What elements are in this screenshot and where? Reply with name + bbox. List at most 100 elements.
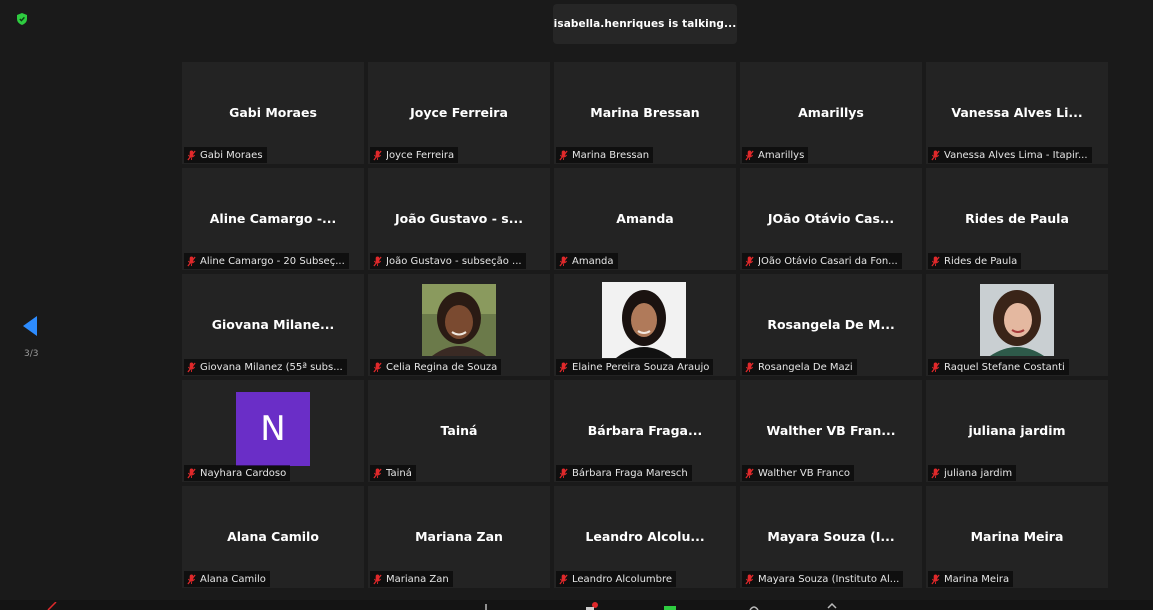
participant-label: Mayara Souza (Instituto Al... — [758, 573, 900, 585]
mic-muted-icon — [559, 150, 568, 161]
participant-tile[interactable]: Marina Meira Marina Meira — [926, 486, 1108, 588]
participant-tile[interactable]: Amanda Amanda — [554, 168, 736, 270]
participant-nameplate: Gabi Moraes — [184, 147, 267, 163]
participant-name: Gabi Moraes — [229, 105, 317, 120]
mic-muted-icon — [745, 574, 754, 585]
participants-icon[interactable] — [586, 602, 598, 610]
participant-tile[interactable]: Amarillys Amarillys — [740, 62, 922, 164]
participant-nameplate: Rides de Paula — [928, 253, 1022, 269]
previous-page-arrow-icon[interactable] — [22, 315, 38, 337]
participant-nameplate: Rosangela De Mazi — [742, 359, 857, 375]
participant-name: Bárbara Fraga... — [587, 423, 703, 438]
participant-tile[interactable]: Marina Bressan Marina Bressan — [554, 62, 736, 164]
participant-tile[interactable]: N Nayhara Cardoso — [182, 380, 364, 482]
mic-muted-icon — [373, 150, 382, 161]
participant-tile[interactable]: Alana Camilo Alana Camilo — [182, 486, 364, 588]
participant-photo — [980, 284, 1054, 356]
participant-nameplate: Tainá — [370, 465, 416, 481]
participant-nameplate: Aline Camargo - 20 Subseç... — [184, 253, 349, 269]
mic-muted-icon — [559, 362, 568, 373]
record-icon[interactable] — [826, 602, 838, 610]
participant-label: Aline Camargo - 20 Subseç... — [200, 255, 345, 267]
participant-nameplate: Amarillys — [742, 147, 809, 163]
participant-nameplate: Nayhara Cardoso — [184, 465, 291, 481]
participant-tile[interactable]: Tainá Tainá — [368, 380, 550, 482]
participant-nameplate: Mariana Zan — [370, 571, 453, 587]
participant-tile[interactable]: João Gustavo - s... João Gustavo - subse… — [368, 168, 550, 270]
right-panel — [1110, 60, 1153, 600]
mic-muted-icon — [931, 574, 940, 585]
participant-nameplate: Marina Meira — [928, 571, 1014, 587]
participant-nameplate: Alana Camilo — [184, 571, 270, 587]
participant-label: Rosangela De Mazi — [758, 361, 853, 373]
participant-label: Gabi Moraes — [200, 149, 263, 161]
participant-tile[interactable]: JOão Otávio Cas... JOão Otávio Casari da… — [740, 168, 922, 270]
participant-nameplate: JOão Otávio Casari da Fon... — [742, 253, 902, 269]
participant-tile[interactable]: Celia Regina de Souza — [368, 274, 550, 376]
participant-nameplate: João Gustavo - subseção ... — [370, 253, 526, 269]
participant-label: Vanessa Alves Lima - Itapir... — [944, 149, 1088, 161]
mic-muted-icon — [559, 468, 568, 479]
participant-label: Amanda — [572, 255, 614, 267]
participant-nameplate: Leandro Alcolumbre — [556, 571, 677, 587]
participant-tile[interactable]: Gabi Moraes Gabi Moraes — [182, 62, 364, 164]
participant-label: Joyce Ferreira — [386, 149, 455, 161]
mic-muted-icon — [559, 574, 568, 585]
mic-muted-icon — [745, 256, 754, 267]
gallery-grid: Gabi Moraes Gabi Moraes Joyce Ferreira J… — [182, 62, 1108, 592]
participant-tile[interactable]: Bárbara Fraga... Bárbara Fraga Maresch — [554, 380, 736, 482]
participant-label: João Gustavo - subseção ... — [386, 255, 522, 267]
participant-name: Alana Camilo — [227, 529, 319, 544]
participant-nameplate: juliana jardim — [928, 465, 1017, 481]
share-screen-icon[interactable] — [748, 602, 760, 610]
participant-name: JOão Otávio Cas... — [767, 211, 895, 226]
mic-muted-icon — [745, 362, 754, 373]
participant-tile[interactable]: Mariana Zan Mariana Zan — [368, 486, 550, 588]
participant-tile[interactable]: Aline Camargo -... Aline Camargo - 20 Su… — [182, 168, 364, 270]
participant-photo — [422, 284, 496, 356]
participant-name: Joyce Ferreira — [410, 105, 508, 120]
participant-label: Raquel Stefane Costanti — [944, 361, 1065, 373]
participant-photo — [602, 282, 686, 358]
participant-label: Elaine Pereira Souza Araujo — [572, 361, 710, 373]
mic-muted-icon — [187, 150, 196, 161]
participant-nameplate: Walther VB Franco — [742, 465, 854, 481]
shield-icon[interactable] — [15, 12, 29, 26]
mic-muted-icon — [373, 256, 382, 267]
participant-name: Rosangela De M... — [767, 317, 895, 332]
mic-muted-icon — [931, 150, 940, 161]
participant-label: Nayhara Cardoso — [200, 467, 287, 479]
participant-name: Giovana Milane... — [211, 317, 335, 332]
participant-nameplate: Mayara Souza (Instituto Al... — [742, 571, 904, 587]
security-icon[interactable] — [480, 602, 492, 610]
participant-label: Marina Bressan — [572, 149, 650, 161]
mic-muted-icon — [931, 362, 940, 373]
participant-nameplate: Bárbara Fraga Maresch — [556, 465, 692, 481]
participant-tile[interactable]: Walther VB Fran... Walther VB Franco — [740, 380, 922, 482]
mic-muted-icon — [187, 256, 196, 267]
participant-nameplate: Elaine Pereira Souza Araujo — [556, 359, 714, 375]
participant-tile[interactable]: Joyce Ferreira Joyce Ferreira — [368, 62, 550, 164]
participant-name: Mariana Zan — [415, 529, 503, 544]
participant-nameplate: Amanda — [556, 253, 618, 269]
participant-tile[interactable]: Vanessa Alves Li... Vanessa Alves Lima -… — [926, 62, 1108, 164]
mute-icon[interactable] — [46, 602, 58, 610]
participant-name: Mayara Souza (I... — [767, 529, 895, 544]
participant-tile[interactable]: Rides de Paula Rides de Paula — [926, 168, 1108, 270]
participant-name: Walther VB Fran... — [766, 423, 896, 438]
mic-muted-icon — [559, 256, 568, 267]
participant-tile[interactable]: Raquel Stefane Costanti — [926, 274, 1108, 376]
participant-tile[interactable]: Giovana Milane... Giovana Milanez (55ª s… — [182, 274, 364, 376]
participant-name: Tainá — [440, 423, 478, 438]
chat-icon[interactable] — [664, 602, 676, 610]
participant-nameplate: Giovana Milanez (55ª subs... — [184, 359, 347, 375]
participant-tile[interactable]: Leandro Alcolu... Leandro Alcolumbre — [554, 486, 736, 588]
participant-tile[interactable]: Rosangela De M... Rosangela De Mazi — [740, 274, 922, 376]
top-bar: isabella.henriques is talking... — [0, 0, 1153, 60]
participant-tile[interactable]: Mayara Souza (I... Mayara Souza (Institu… — [740, 486, 922, 588]
participant-name: João Gustavo - s... — [395, 211, 523, 226]
participant-tile[interactable]: Elaine Pereira Souza Araujo — [554, 274, 736, 376]
mic-muted-icon — [745, 150, 754, 161]
participant-name: Leandro Alcolu... — [585, 529, 705, 544]
participant-tile[interactable]: juliana jardim juliana jardim — [926, 380, 1108, 482]
